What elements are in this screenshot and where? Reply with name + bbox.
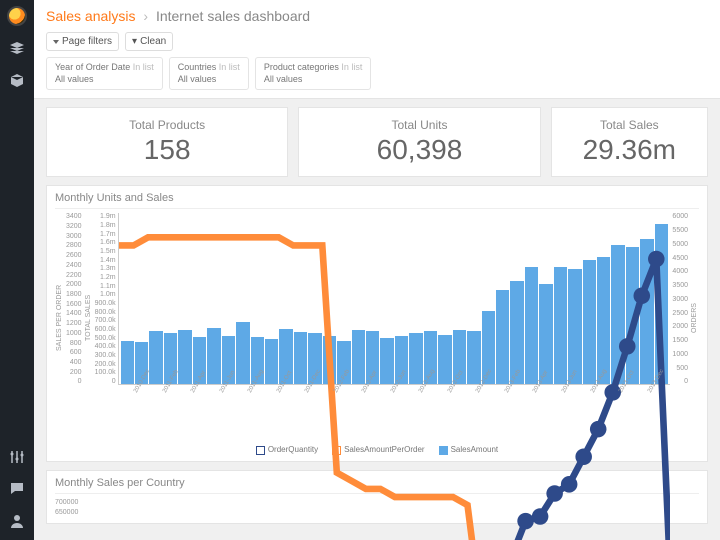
chat-icon[interactable] [8,480,26,498]
dashboard-body: Total Products158Total Units60,398Total … [34,99,720,532]
x-axis-ticks: 2010-Dec2011-Feb2011-Apr2011-Jun2011-Aug… [133,391,675,397]
bar[interactable] [352,330,365,384]
bar[interactable] [640,239,653,384]
filter-chip[interactable]: Year of Order Date In listAll values [46,57,163,90]
bar[interactable] [207,328,220,385]
bar[interactable] [236,322,249,384]
page-filters-toggle[interactable]: Page filters [46,32,119,51]
bar[interactable] [626,247,639,385]
kpi-card[interactable]: Total Products158 [46,107,288,177]
bar[interactable] [554,267,567,384]
filter-chip[interactable]: Product categories In listAll values [255,57,372,90]
bar[interactable] [178,330,191,384]
bar[interactable] [583,260,596,384]
bar[interactable] [655,224,668,384]
chart2-title: Monthly Sales per Country [55,477,699,494]
bar[interactable] [265,339,278,384]
kpi-card[interactable]: Total Units60,398 [298,107,540,177]
sliders-icon[interactable] [8,448,26,466]
y-axis-label-orders: ORDERS [690,213,699,423]
bar-series [119,213,671,384]
y-axis-ticks-left1: 3400320030002800260024002200200018001600… [64,213,84,385]
kpi-row: Total Products158Total Units60,398Total … [46,107,708,177]
kpi-card[interactable]: Total Sales29.36m [551,107,708,177]
bar[interactable] [496,290,509,385]
bar[interactable] [380,338,393,384]
chart-area: SALES PER ORDER 340032003000280026002400… [55,213,699,423]
app-logo-icon[interactable] [7,6,27,26]
bar[interactable] [467,331,480,384]
cube-icon[interactable] [8,72,26,90]
caret-down-icon [53,40,59,44]
y-axis-ticks-left2: 1.9m1.8m1.7m1.6m1.5m1.4m1.3m1.2m1.1m1.0m… [93,213,118,385]
chart-panel-monthly-sales-country: Monthly Sales per Country 700000 650000 [46,470,708,525]
legend-item[interactable]: OrderQuantity [256,445,318,454]
plot-area[interactable] [118,213,671,385]
filter-chip[interactable]: Countries In listAll values [169,57,249,90]
bar[interactable] [149,331,162,384]
bar[interactable] [121,341,134,384]
bar[interactable] [294,332,307,384]
filter-icon: ▾ [132,36,137,47]
bar[interactable] [409,333,422,384]
y-axis-label-sales-per-order: SALES PER ORDER [55,213,64,423]
chart2-ytick: 650000 [55,508,699,518]
chart-panel-monthly-units-sales: Monthly Units and Sales SALES PER ORDER … [46,185,708,461]
left-nav-sidebar [0,0,34,540]
bar[interactable] [525,267,538,384]
bar[interactable] [611,245,624,385]
legend-item[interactable]: SalesAmount [439,445,499,454]
chart2-ytick: 700000 [55,498,699,508]
user-icon[interactable] [8,512,26,530]
page-header: Sales analysis › Internet sales dashboar… [34,0,720,99]
clean-button[interactable]: ▾Clean [125,32,173,51]
y-axis-label-total-sales: TOTAL SALES [84,213,93,423]
bar[interactable] [323,336,336,385]
y-axis-ticks-right: 6000550050004500400035003000250020001500… [670,213,690,385]
bar[interactable] [438,335,451,385]
breadcrumb-current: Internet sales dashboard [156,8,310,24]
main-content: Sales analysis › Internet sales dashboar… [34,0,720,540]
breadcrumb-root[interactable]: Sales analysis [46,8,136,24]
legend-item[interactable]: SalesAmountPerOrder [332,445,424,454]
breadcrumb: Sales analysis › Internet sales dashboar… [46,8,708,24]
filter-chips: Year of Order Date In listAll valuesCoun… [46,57,708,98]
filter-bar: Page filters ▾Clean [46,32,708,51]
breadcrumb-sep: › [143,8,148,24]
chart-title: Monthly Units and Sales [55,192,699,209]
chart-legend: OrderQuantity SalesAmountPerOrder SalesAmo… [55,445,699,454]
stack-icon[interactable] [8,40,26,58]
